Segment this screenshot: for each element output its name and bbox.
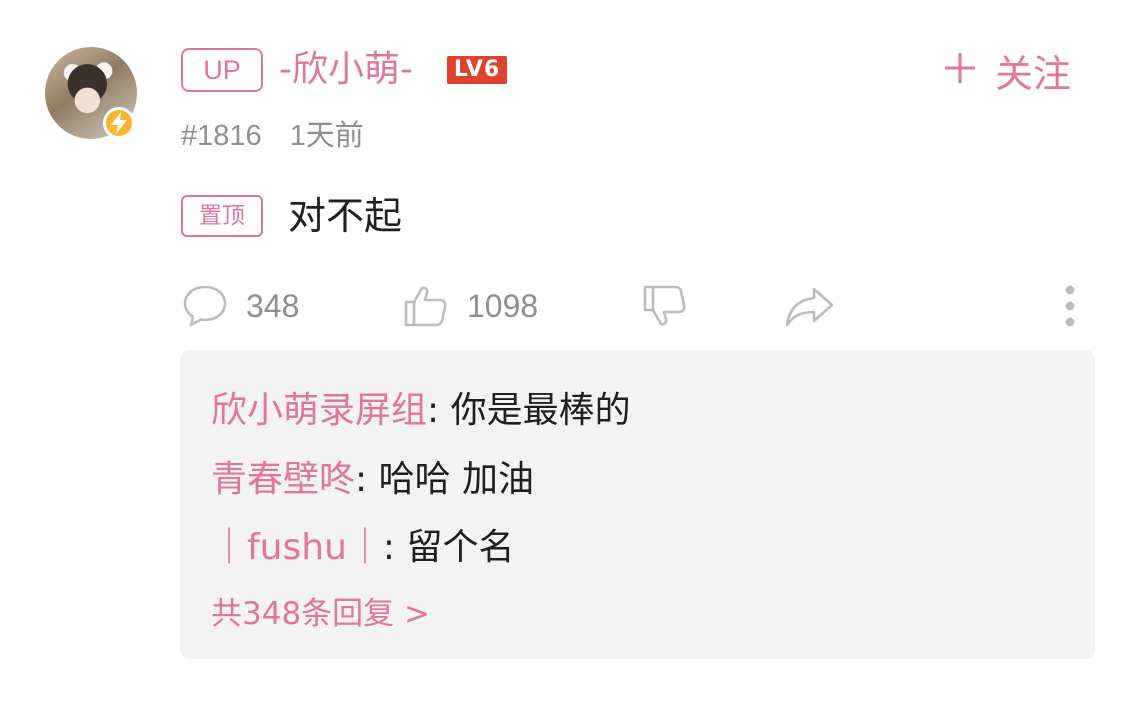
like-count: 1098	[467, 287, 539, 324]
share-button[interactable]	[784, 280, 836, 332]
reply-preview-panel[interactable]: 欣小萌录屏组: 你是最棒的 青春壁咚: 哈哈 加油 ｜fushu｜: 留个名 共…	[180, 350, 1095, 659]
comment-text: 对不起	[288, 194, 403, 238]
action-bar: 348 1098	[0, 280, 1125, 332]
reply-author[interactable]: 欣小萌录屏组	[211, 390, 427, 431]
plus-icon	[943, 45, 977, 96]
reply-button[interactable]: 348	[182, 280, 299, 332]
reply-item[interactable]: 欣小萌录屏组: 你是最棒的	[211, 387, 631, 435]
view-all-replies-link[interactable]: 共348条回复 >	[211, 593, 430, 635]
follow-label: 关注	[995, 51, 1072, 96]
comment-meta: #1816 1天前	[181, 116, 364, 156]
reply-text: : 你是最棒的	[427, 390, 631, 431]
floor-number: #1816	[181, 120, 262, 152]
reply-text: : 哈哈 加油	[355, 459, 535, 500]
comment-icon	[182, 283, 228, 329]
reply-author[interactable]: ｜fushu｜	[211, 527, 383, 568]
follow-button[interactable]: 关注	[943, 44, 1071, 96]
lightning-icon	[103, 107, 135, 139]
comment-card: UP -欣小萌- LV6 关注 #1816 1天前 置顶 对不起 348 109…	[0, 0, 1125, 707]
level-badge: LV6	[447, 56, 507, 84]
username[interactable]: -欣小萌-	[279, 46, 413, 94]
share-icon	[784, 283, 836, 329]
reply-count: 348	[246, 287, 300, 324]
reply-item[interactable]: 青春壁咚: 哈哈 加油	[211, 456, 534, 504]
pinned-tag: 置顶	[181, 195, 263, 237]
reply-text: : 留个名	[382, 527, 515, 568]
post-time: 1天前	[289, 120, 364, 152]
like-button[interactable]: 1098	[403, 280, 538, 332]
up-tag: UP	[181, 48, 263, 92]
more-button[interactable]	[1060, 280, 1080, 332]
reply-author[interactable]: 青春壁咚	[211, 459, 355, 500]
more-icon	[1060, 283, 1080, 329]
thumbs-up-icon	[403, 283, 449, 329]
reply-item[interactable]: ｜fushu｜: 留个名	[211, 524, 514, 572]
dislike-button[interactable]	[642, 280, 688, 332]
thumbs-down-icon	[642, 283, 688, 329]
